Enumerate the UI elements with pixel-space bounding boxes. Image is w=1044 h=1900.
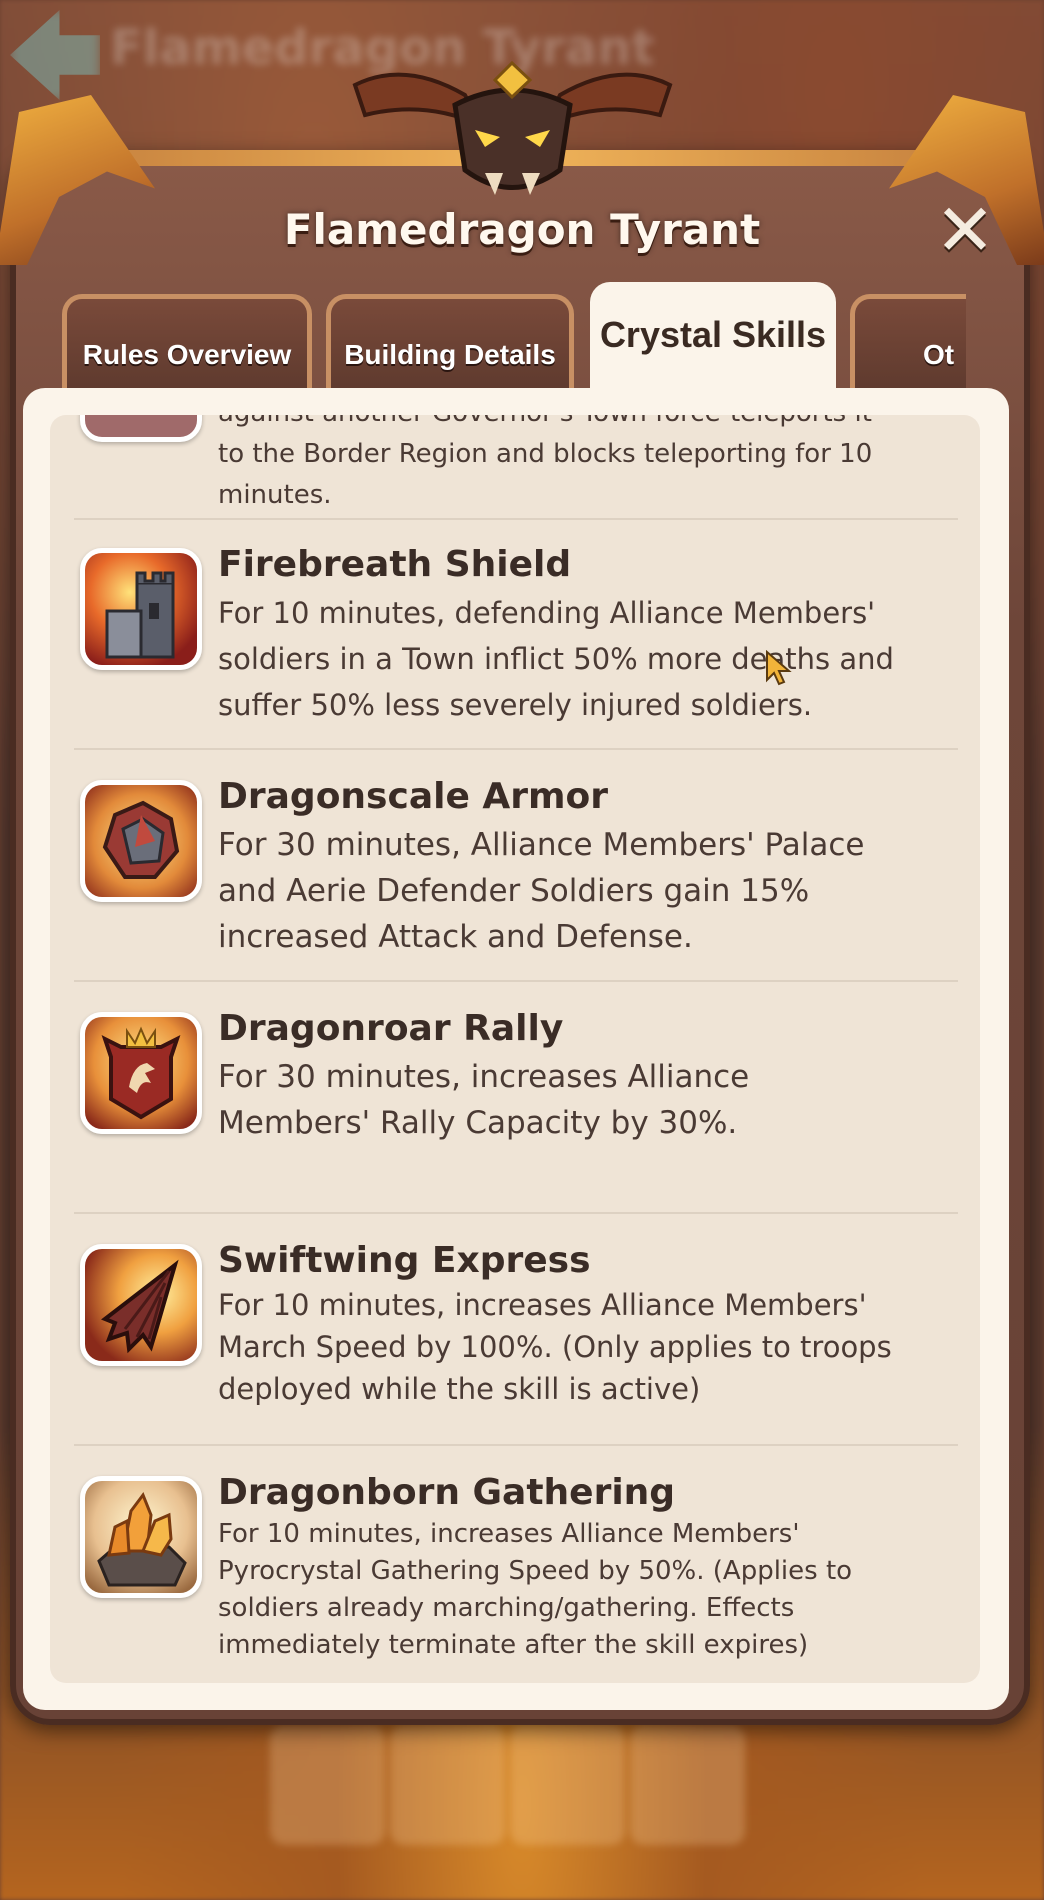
dragon-banner-icon [80,1012,202,1134]
close-button[interactable]: ✕ [930,188,1000,272]
divider [74,518,958,520]
divider [74,1212,958,1214]
skill-description: against another Governor's Town force-te… [218,415,873,510]
background-slot [630,1725,745,1845]
divider [74,1444,958,1446]
dragon-head-ornament [352,60,673,195]
background-slot [390,1725,505,1845]
tower-icon [80,548,202,670]
skill-description: For 30 minutes, increases Alliance Membe… [218,1059,750,1141]
tab-bar: Rules Overview Building Details Ot Cryst… [62,282,966,392]
dialog-title: Flamedragon Tyrant [283,205,761,254]
armor-icon [80,780,202,902]
skill-description: For 10 minutes, increases Alliance Membe… [218,1288,892,1406]
background-slot [510,1725,625,1845]
skill-name: Firebreath Shield [218,544,572,585]
background-slot [270,1725,385,1845]
divider [74,748,958,750]
skills-list[interactable]: against another Governor's Town force-te… [50,415,980,1683]
skill-icon-partial [80,415,202,442]
tab-crystal-skills[interactable]: Crystal Skills [590,282,836,392]
skill-name: Dragonborn Gathering [218,1472,676,1513]
divider [74,980,958,982]
crystal-icon [80,1476,202,1598]
skill-description: For 10 minutes, defending Alliance Membe… [218,596,894,722]
skill-name: Swiftwing Express [218,1240,591,1281]
tab-other[interactable]: Ot [850,294,966,392]
skill-description: For 30 minutes, Alliance Members' Palace… [218,827,865,955]
skill-name: Dragonroar Rally [218,1008,564,1049]
tab-rules-overview[interactable]: Rules Overview [62,294,312,392]
tab-building-details[interactable]: Building Details [326,294,574,392]
mouse-cursor-icon [766,650,792,686]
skill-name: Dragonscale Armor [218,776,609,817]
wing-icon [80,1244,202,1366]
skill-description: For 10 minutes, increases Alliance Membe… [218,1519,853,1660]
